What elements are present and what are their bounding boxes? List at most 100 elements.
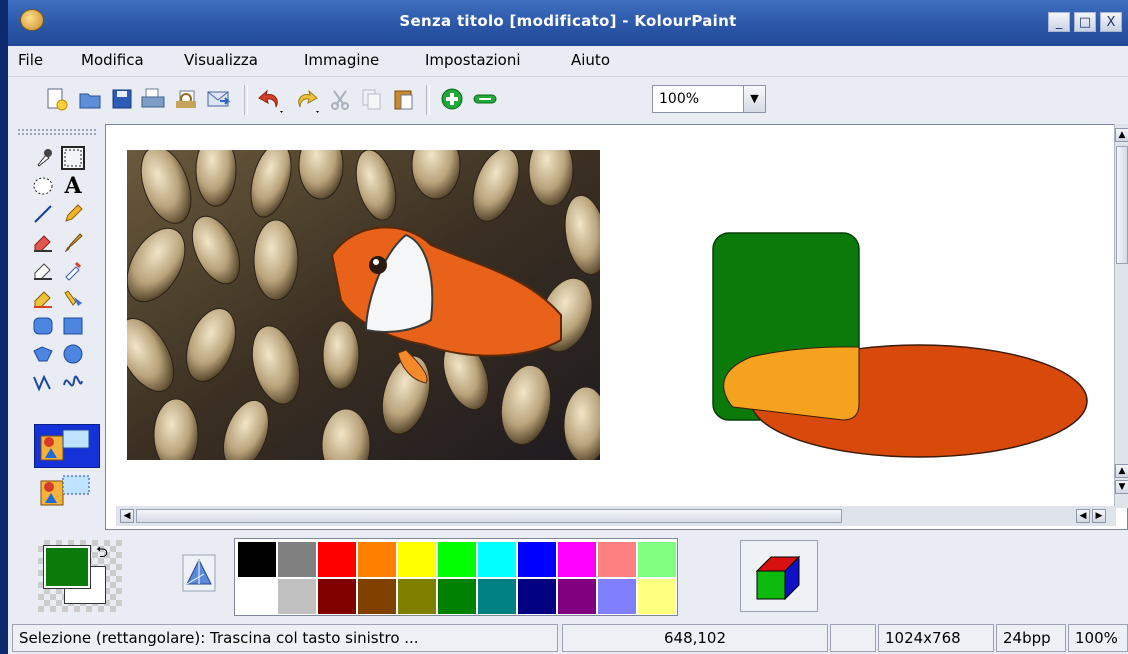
palette-swatch[interactable] bbox=[318, 579, 356, 614]
scroll-left-button[interactable]: ◀ bbox=[120, 509, 134, 523]
scroll-left-button-2[interactable]: ◀ bbox=[1076, 509, 1090, 523]
tool-box: A bbox=[13, 124, 103, 524]
status-image-dimensions: 1024x768 bbox=[878, 624, 994, 652]
open-icon[interactable] bbox=[78, 87, 102, 111]
paste-icon[interactable] bbox=[392, 87, 416, 111]
spraycan-icon[interactable] bbox=[61, 258, 85, 282]
color-similarity-icon[interactable] bbox=[182, 554, 216, 592]
palette-swatch[interactable] bbox=[438, 579, 476, 614]
menu-file[interactable]: File bbox=[18, 51, 43, 69]
undo-icon[interactable] bbox=[256, 87, 286, 113]
palette-swatch[interactable] bbox=[638, 579, 676, 614]
cut-icon[interactable] bbox=[328, 87, 352, 111]
scroll-right-button[interactable]: ▶ bbox=[1092, 509, 1106, 523]
color-chooser: ⮌ bbox=[38, 540, 122, 612]
color-toolbar: ⮌ bbox=[8, 530, 1128, 622]
rgb-cube-icon[interactable] bbox=[740, 540, 818, 612]
palette-swatch[interactable] bbox=[478, 579, 516, 614]
zoom-out-icon[interactable] bbox=[472, 87, 500, 111]
rect-select-icon[interactable] bbox=[61, 146, 85, 170]
palette-swatch[interactable] bbox=[558, 542, 596, 577]
palette-swatch[interactable] bbox=[558, 579, 596, 614]
main-toolbar: 100% ▼ bbox=[8, 77, 1128, 123]
mail-icon[interactable] bbox=[206, 87, 231, 111]
palette-swatch[interactable] bbox=[598, 579, 636, 614]
palette-swatch[interactable] bbox=[518, 579, 556, 614]
palette-swatch[interactable] bbox=[238, 579, 276, 614]
print-preview-icon[interactable] bbox=[174, 87, 198, 111]
color-picker-icon[interactable] bbox=[31, 146, 55, 170]
scroll-up-button-2[interactable]: ▲ bbox=[1115, 464, 1128, 478]
horizontal-scroll-thumb[interactable] bbox=[136, 509, 842, 523]
flood-fill-icon[interactable] bbox=[31, 286, 55, 310]
toolbox-grip[interactable] bbox=[17, 128, 97, 136]
brush-icon[interactable] bbox=[61, 230, 85, 254]
minimize-button[interactable]: _ bbox=[1048, 12, 1070, 32]
redo-icon[interactable] bbox=[292, 87, 322, 113]
rectangle-icon[interactable] bbox=[61, 314, 85, 338]
pencil-icon[interactable] bbox=[61, 202, 85, 226]
ellipse-icon[interactable] bbox=[61, 342, 85, 366]
polygon-icon[interactable] bbox=[31, 342, 55, 366]
menu-bar: File Modifica Visualizza Immagine Impost… bbox=[8, 46, 1128, 77]
menu-modifica[interactable]: Modifica bbox=[81, 51, 144, 69]
maximize-button[interactable]: □ bbox=[1074, 12, 1096, 32]
palette-swatch[interactable] bbox=[318, 542, 356, 577]
menu-impostazioni[interactable]: Impostazioni bbox=[425, 51, 521, 69]
palette-swatch[interactable] bbox=[278, 579, 316, 614]
vertical-scroll-thumb[interactable] bbox=[1116, 146, 1128, 264]
title-bar[interactable]: Senza titolo [modificato] - KolourPaint … bbox=[8, 0, 1128, 46]
status-coordinates: 648,102 bbox=[562, 624, 828, 652]
palette-swatch[interactable] bbox=[278, 542, 316, 577]
foreground-color[interactable] bbox=[43, 545, 91, 589]
color-palette bbox=[234, 538, 678, 616]
menu-aiuto[interactable]: Aiuto bbox=[571, 51, 610, 69]
status-bar: Selezione (rettangolare): Trascina col t… bbox=[8, 622, 1128, 654]
ellipse-select-icon[interactable] bbox=[31, 174, 55, 198]
palette-swatch[interactable] bbox=[518, 542, 556, 577]
text-icon[interactable]: A bbox=[61, 173, 85, 199]
horizontal-scrollbar[interactable]: ◀ ◀ ▶ bbox=[116, 506, 1116, 526]
palette-swatch[interactable] bbox=[638, 542, 676, 577]
eraser-icon[interactable] bbox=[31, 230, 55, 254]
palette-swatch[interactable] bbox=[398, 579, 436, 614]
save-icon[interactable] bbox=[110, 87, 134, 111]
scroll-down-button[interactable]: ▼ bbox=[1115, 480, 1128, 494]
chevron-down-icon[interactable]: ▼ bbox=[744, 85, 766, 113]
copy-icon[interactable] bbox=[360, 87, 384, 111]
window-title: Senza titolo [modificato] - KolourPaint bbox=[399, 12, 737, 30]
new-icon[interactable] bbox=[44, 87, 68, 111]
palette-swatch[interactable] bbox=[238, 542, 276, 577]
menu-immagine[interactable]: Immagine bbox=[304, 51, 379, 69]
transparent-selection-option[interactable] bbox=[34, 472, 100, 512]
swap-colors-icon[interactable]: ⮌ bbox=[96, 542, 108, 567]
drawing-canvas[interactable] bbox=[106, 125, 1116, 505]
zoom-in-icon[interactable] bbox=[440, 87, 464, 111]
zoom-combobox[interactable]: 100% bbox=[652, 85, 744, 113]
print-icon[interactable] bbox=[140, 87, 165, 111]
scroll-up-button[interactable]: ▲ bbox=[1115, 128, 1128, 142]
menu-visualizza[interactable]: Visualizza bbox=[184, 51, 258, 69]
status-color-depth: 24bpp bbox=[996, 624, 1066, 652]
canvas-frame bbox=[105, 124, 1128, 530]
shapes-drawing[interactable] bbox=[712, 232, 1088, 458]
palette-swatch[interactable] bbox=[358, 542, 396, 577]
rounded-rect-icon[interactable] bbox=[31, 314, 55, 338]
close-button[interactable]: X bbox=[1100, 12, 1122, 32]
toolbar-separator bbox=[244, 85, 248, 115]
palette-swatch[interactable] bbox=[478, 542, 516, 577]
color-washer-icon[interactable] bbox=[61, 286, 85, 310]
curve-icon[interactable] bbox=[61, 370, 85, 394]
status-selection-size bbox=[830, 624, 876, 652]
vertical-scrollbar[interactable]: ▲ ▲ ▼ bbox=[1114, 124, 1128, 508]
clownfish-photo[interactable] bbox=[107, 131, 613, 481]
palette-swatch[interactable] bbox=[398, 542, 436, 577]
polyline-icon[interactable] bbox=[31, 370, 55, 394]
palette-swatch[interactable] bbox=[438, 542, 476, 577]
line-icon[interactable] bbox=[31, 202, 55, 226]
palette-swatch[interactable] bbox=[598, 542, 636, 577]
opaque-selection-option[interactable] bbox=[34, 424, 100, 468]
toolbar-separator bbox=[426, 85, 430, 115]
color-eraser-icon[interactable] bbox=[31, 258, 55, 282]
palette-swatch[interactable] bbox=[358, 579, 396, 614]
